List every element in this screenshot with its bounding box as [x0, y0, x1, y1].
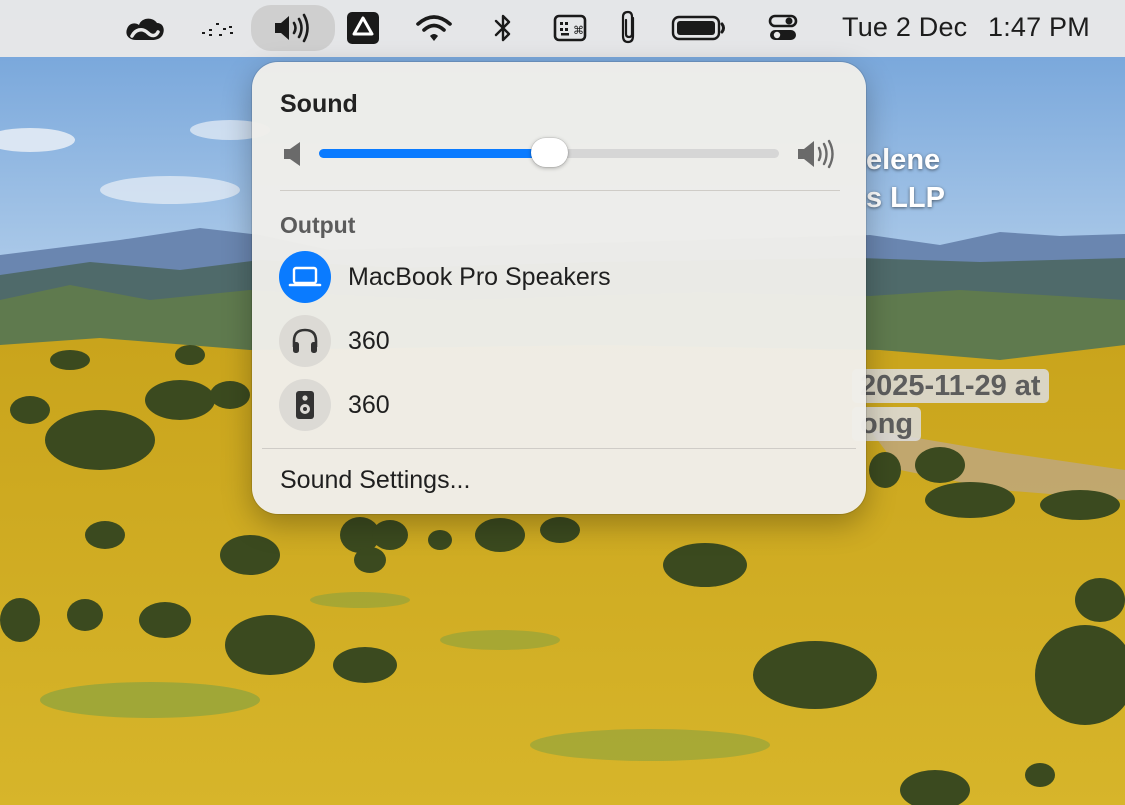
- output-section-label: Output: [280, 212, 356, 238]
- volume-slider-fill: [319, 149, 549, 158]
- speaker-icon[interactable]: [251, 5, 335, 51]
- battery-icon[interactable]: [669, 5, 729, 51]
- menu-bar: ⌘ Tue 2 Dec 1:47 PM: [0, 0, 1125, 57]
- output-device-macbook-pro-speakers[interactable]: MacBook Pro Speakers: [279, 250, 849, 304]
- paperclip-icon[interactable]: [614, 5, 644, 51]
- sound-settings-link[interactable]: Sound Settings...: [280, 466, 470, 495]
- google-drive-icon[interactable]: [344, 5, 382, 51]
- control-center-icon[interactable]: [764, 5, 802, 51]
- sound-menu-title: Sound: [280, 90, 358, 118]
- output-device-name: 360: [348, 326, 390, 355]
- output-device-speaker[interactable]: 360: [279, 378, 849, 432]
- menubar-time[interactable]: 1:47 PM: [988, 12, 1090, 43]
- menubar-date[interactable]: Tue 2 Dec: [842, 12, 967, 43]
- volume-slider-knob[interactable]: [531, 138, 568, 167]
- wifi-icon[interactable]: [412, 5, 456, 51]
- volume-control: [280, 138, 840, 170]
- output-device-name: MacBook Pro Speakers: [348, 262, 611, 291]
- output-device-name: 360: [348, 390, 390, 419]
- desktop-file-label[interactable]: 2025-11-29 at: [852, 369, 1049, 404]
- volume-slider[interactable]: [319, 138, 779, 167]
- keyboard-icon[interactable]: ⌘: [551, 5, 589, 51]
- svg-text:⌘: ⌘: [573, 24, 584, 37]
- speaker-box-icon: [279, 379, 331, 431]
- divider: [280, 190, 840, 191]
- headphones-icon: [279, 315, 331, 367]
- creative-cloud-icon[interactable]: [120, 5, 168, 51]
- bluetooth-icon[interactable]: [488, 5, 518, 51]
- laptop-icon: [279, 251, 331, 303]
- output-device-headphones[interactable]: 360: [279, 314, 849, 368]
- desktop-icon-label[interactable]: s LLP: [866, 184, 945, 213]
- dots-icon[interactable]: [196, 5, 242, 51]
- desktop-icon-label[interactable]: elene: [866, 146, 940, 175]
- divider: [262, 448, 856, 449]
- sound-menu: Sound Output MacBook Pro Speakers 360 36…: [252, 62, 866, 514]
- volume-low-icon: [282, 141, 306, 172]
- volume-high-icon: [796, 139, 840, 174]
